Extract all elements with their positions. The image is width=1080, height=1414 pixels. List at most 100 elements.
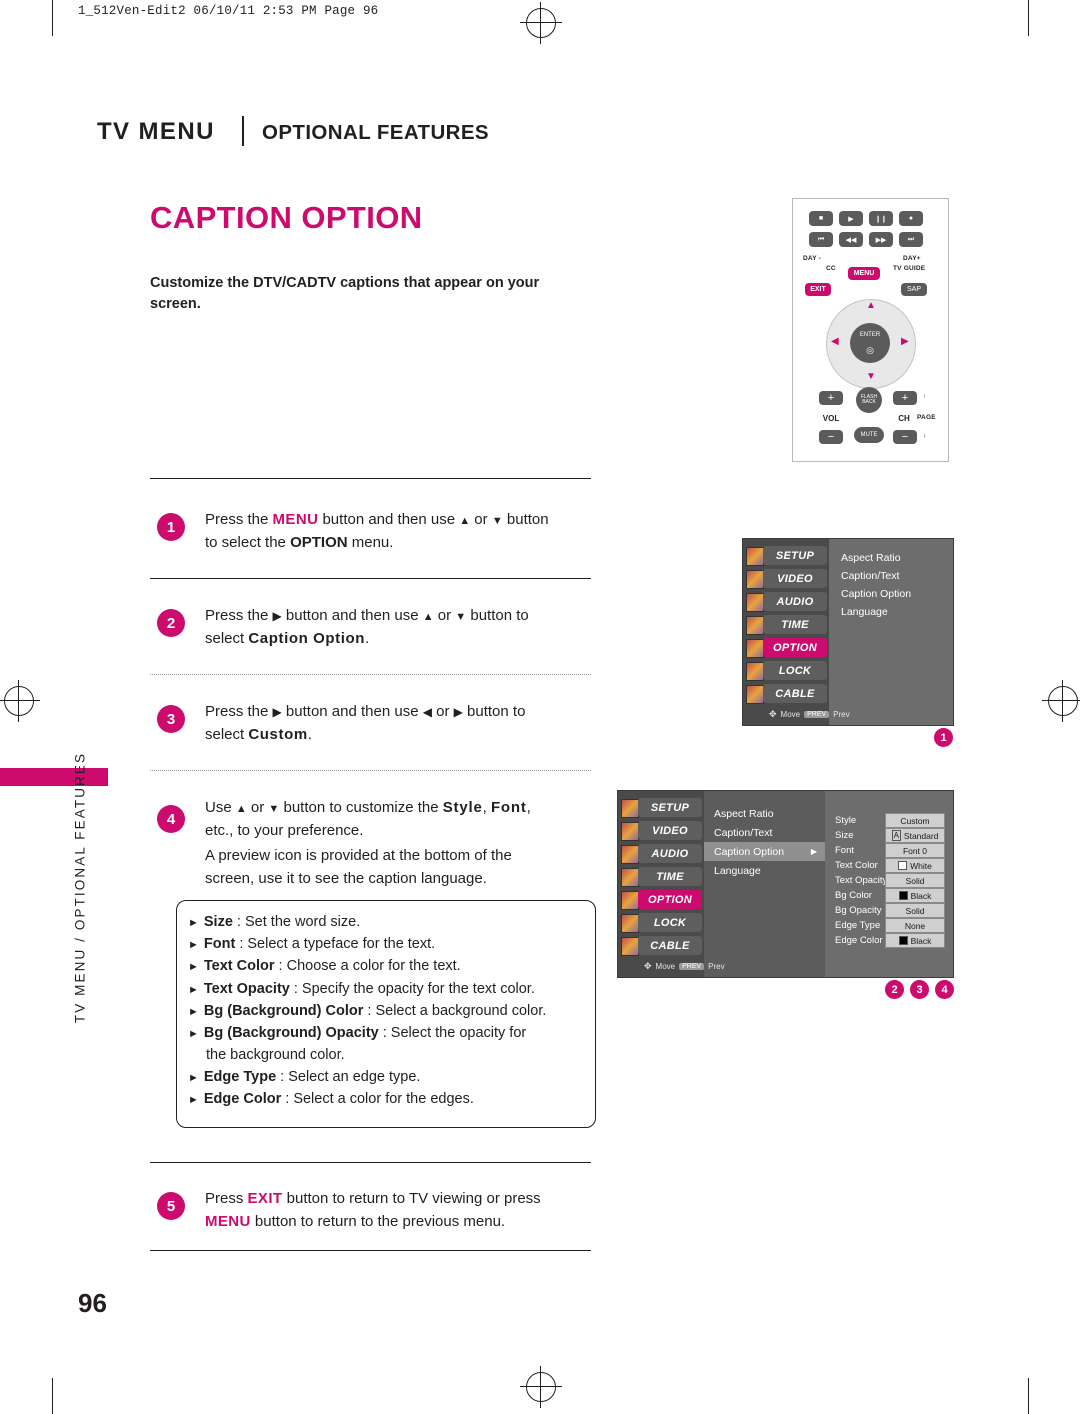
intro-text: Customize the DTV/CADTV captions that ap… [150,275,540,313]
edge-color-swatch [898,936,908,945]
osd1-item-caption-option[interactable]: Caption Option [841,585,911,603]
osd1-item-caption-text[interactable]: Caption/Text [841,567,911,585]
osd1-menu-video[interactable]: VIDEO [763,569,827,588]
step4-line1-c: button to customize the [279,799,443,816]
osd1-hint-bar: ✥ Move PREV Prev [769,709,850,720]
remote-skip-forward-button[interactable]: ⏭ [899,232,923,247]
osd2-value-font[interactable]: Font 0 [885,843,945,858]
chapter-subtitle: OPTIONAL FEATURES [262,121,489,144]
bullet-arrow-icon: ► [188,1072,199,1085]
osd2-menu-audio[interactable]: AUDIO [638,844,702,863]
remote-exit-button[interactable]: EXIT [805,283,831,296]
osd2-menu-lock[interactable]: LOCK [638,913,702,932]
step4-font-key: Font [490,799,527,816]
remote-rewind-button[interactable]: ◀◀ [839,232,863,247]
bullet-arrow-icon: ► [188,917,199,929]
osd1-menu-audio[interactable]: AUDIO [763,592,827,611]
osd2-value-bg-color[interactable]: Black [885,888,945,903]
step3-line1-d: button to [462,703,526,720]
step5-line2-b: button to return to the previous menu. [250,1212,506,1230]
osd1-item-aspect-ratio[interactable]: Aspect Ratio [841,549,911,567]
step4-line4: screen, use it to see the caption langua… [205,869,487,887]
osd2-hint-prev: Prev [708,962,725,971]
remote-down-arrow-icon[interactable]: ▼ [866,371,876,382]
remote-up-arrow-icon[interactable]: ▲ [866,300,876,311]
osd1-hint-prev: Prev [833,710,850,719]
osd2-value-size-text: Standard [903,830,939,841]
osd2-item-aspect-ratio[interactable]: Aspect Ratio [704,804,825,823]
remote-play-button[interactable]: ▶ [839,211,863,226]
remote-pause-button[interactable]: ❙❙ [869,211,893,226]
right-arrow-icon [273,607,282,624]
title-divider [242,116,244,146]
osd2-menu-option[interactable]: OPTION [638,890,702,909]
enter-dot-icon: ◎ [866,345,874,355]
remote-day-minus-label: DAY - [803,255,821,262]
osd2-value-size[interactable]: A Standard [885,828,945,843]
osd2-label-edge-type: Edge Type [835,920,881,931]
file-stamp: 1_512Ven-Edit2 06/10/11 2:53 PM Page 96 [78,4,379,18]
osd2-thumb-video [621,822,639,841]
bg-color-swatch [898,891,908,900]
osd2-menu-video[interactable]: VIDEO [638,821,702,840]
down-arrow-icon [492,511,503,528]
remote-fast-forward-button[interactable]: ▶▶ [869,232,893,247]
remote-ch-up-button[interactable]: + [893,391,917,405]
remote-day-plus-label: DAY+ [903,255,921,262]
osd1-menu-option[interactable]: OPTION [763,638,827,657]
remote-flashback-button[interactable]: FLASH BACK [856,387,882,413]
osd2-value-bg-opacity[interactable]: Solid [885,903,945,918]
bullet-term: Text Color [203,958,275,975]
remote-right-arrow-icon[interactable]: ▶ [901,336,909,347]
osd2-item-caption-text[interactable]: Caption/Text [704,823,825,842]
osd1-menu-lock[interactable]: LOCK [763,661,827,680]
osd2-value-edge-color[interactable]: Black [885,933,945,948]
osd2-thumb-setup [621,799,639,818]
osd1-menu-cable[interactable]: CABLE [763,684,827,703]
remote-skip-back-button[interactable]: ⏮ [809,232,833,247]
callout-4: 4 [935,980,954,999]
osd2-value-text-opacity[interactable]: Solid [885,873,945,888]
remote-menu-button[interactable]: MENU [848,267,880,280]
osd2-value-text-color[interactable]: White [885,858,945,873]
remote-vol-up-button[interactable]: + [819,391,843,405]
osd2-menu-cable[interactable]: CABLE [638,936,702,955]
osd2-thumb-lock [621,914,639,933]
list-item: ► Text Opacity : Specify the opacity for … [188,978,598,1000]
osd1-menu-setup[interactable]: SETUP [763,546,827,565]
step3-custom-key: Custom [248,725,308,743]
osd2-item-language[interactable]: Language [704,861,825,880]
step1-line1-d: button [502,511,549,528]
remote-ch-down-button[interactable]: − [893,430,917,444]
remote-vol-down-button[interactable]: − [819,430,843,444]
step-text-3: Press the button and then use or button … [205,701,605,746]
remote-page-down-icon: ↓ [923,432,927,439]
step2-line2-a: select [205,629,249,647]
move-icon: ✥ [769,709,777,719]
osd2-item-caption-option[interactable]: Caption Option ▶ [704,842,825,861]
remote-power-button[interactable]: ■ [809,211,833,226]
osd1-item-language[interactable]: Language [841,603,911,621]
remote-mute-button[interactable]: MUTE [854,427,884,443]
down-arrow-icon [268,799,279,816]
osd2-value-style[interactable]: Custom [885,813,945,828]
osd2-menu-time[interactable]: TIME [638,867,702,886]
chevron-right-icon: ▶ [810,847,817,856]
osd2-label-text-color: Text Color [835,860,878,871]
osd2-menu-setup[interactable]: SETUP [638,798,702,817]
remote-sap-button[interactable]: SAP [901,283,927,296]
registration-mark-bottom [520,1366,562,1408]
remote-enter-button[interactable]: ENTER ◎ [850,323,890,363]
bullet-desc: : Select a color for the edges. [281,1091,474,1108]
osd2-value-edge-type[interactable]: None [885,918,945,933]
osd1-menu-time[interactable]: TIME [763,615,827,634]
bullet-desc: : Specify the opacity for the text color… [289,980,535,997]
step1-line1-c: or [470,511,492,528]
step4-style-key: Style [442,799,483,816]
osd2-label-text-opacity: Text Opacity [835,875,888,886]
rule-step4 [150,1162,591,1163]
osd2-label-font: Font [835,845,855,856]
remote-left-arrow-icon[interactable]: ◀ [831,336,839,347]
remote-record-button[interactable]: ● [899,211,923,226]
osd2-value-text-opacity-text: Solid [905,875,925,886]
